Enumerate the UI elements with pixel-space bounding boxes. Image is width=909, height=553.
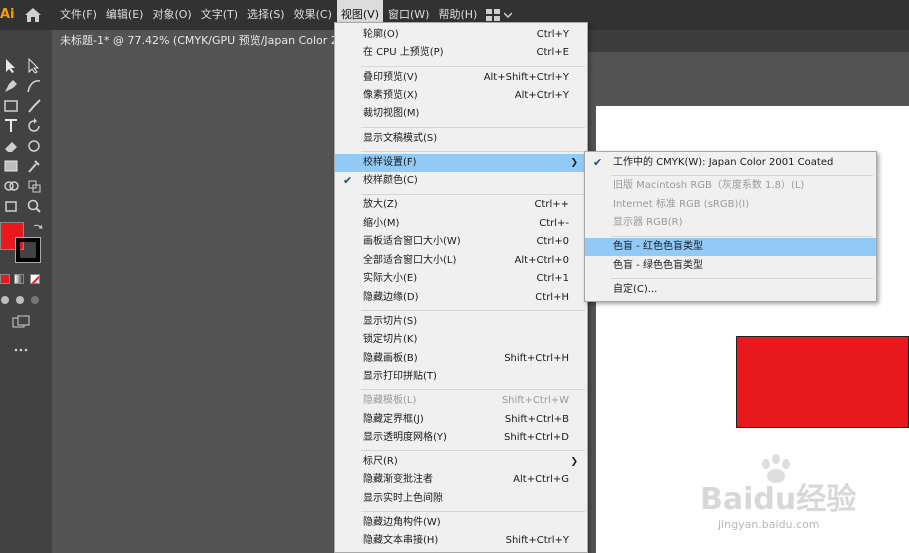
- app-logo: Ai: [0, 7, 15, 22]
- menu-item-zoom-in[interactable]: 放大(Z) Ctrl++: [335, 196, 587, 214]
- eyedropper-tool-icon[interactable]: [26, 158, 42, 174]
- draw-mode-icon[interactable]: [0, 294, 44, 306]
- gradient-tool-icon[interactable]: [3, 158, 19, 174]
- rectangle-tool-icon[interactable]: [3, 98, 19, 114]
- menu-item-hide-artboards[interactable]: 隐藏画板(B) Shift+Ctrl+H: [335, 350, 587, 368]
- menu-separator: [361, 450, 585, 451]
- menu-item-hide-bounding-box[interactable]: 隐藏定界框(J) Shift+Ctrl+B: [335, 411, 587, 429]
- menu-item-trim-view[interactable]: 裁切视图(M): [335, 105, 587, 123]
- chevron-down-icon: [504, 12, 512, 18]
- menu-select[interactable]: 选择(S): [243, 0, 289, 30]
- direct-selection-tool-icon[interactable]: [26, 58, 42, 74]
- menu-item-proof-setup[interactable]: 校样设置(F) ❯: [335, 154, 587, 172]
- symbol-sprayer-tool-icon[interactable]: [26, 178, 42, 194]
- menu-separator: [611, 175, 873, 176]
- menu-item-text-threads[interactable]: 隐藏文本串接(H) Shift+Ctrl+Y: [335, 532, 587, 550]
- menu-separator: [361, 389, 585, 390]
- menu-item-lock-slices[interactable]: 锁定切片(K): [335, 331, 587, 349]
- menu-item-gradient-annotator[interactable]: 隐藏渐变批注者 Alt+Ctrl+G: [335, 471, 587, 489]
- red-rectangle-object[interactable]: [736, 336, 909, 428]
- rotate-tool-icon[interactable]: [26, 118, 42, 134]
- curvature-tool-icon[interactable]: [26, 78, 42, 94]
- menu-item-show-slices[interactable]: 显示切片(S): [335, 313, 587, 331]
- menu-item-transparency-grid[interactable]: 显示透明度网格(Y) Shift+Ctrl+D: [335, 429, 587, 447]
- watermark-brand: Baidu经验: [700, 482, 857, 517]
- menu-item-hide-template: 隐藏模板(L) Shift+Ctrl+W: [363, 395, 569, 406]
- view-menu-dropdown: 轮廓(O) Ctrl+Y 在 CPU 上预览(P) Ctrl+E 叠印预览(V) Al…: [334, 22, 588, 553]
- artboard-tool-icon[interactable]: [3, 198, 19, 214]
- screen-mode-icon[interactable]: [12, 315, 30, 329]
- shape-builder-tool-icon[interactable]: [3, 178, 19, 194]
- menu-item-zoom-out[interactable]: 缩小(M) Ctrl+-: [335, 215, 587, 233]
- menu-separator: [361, 151, 585, 152]
- document-tab[interactable]: 未标题-1* @ 77.42% (CMYK/GPU 预览/Japan Color…: [52, 30, 334, 52]
- checkmark-icon: ✔: [593, 156, 603, 169]
- menu-item-corner-widget[interactable]: 隐藏边角构件(W): [335, 514, 587, 532]
- menu-item-hide-edges[interactable]: 隐藏边缘(D) Ctrl+H: [335, 289, 587, 307]
- menu-item-rulers[interactable]: 标尺(R) ❯: [335, 453, 587, 471]
- submenu-item-deuteranopia[interactable]: 色盲 - 绿色色盲类型: [585, 257, 876, 275]
- menu-item-live-paint-gaps[interactable]: 显示实时上色间隙: [335, 490, 587, 508]
- menu-item-cpu-preview[interactable]: 在 CPU 上预览(P) Ctrl+E: [335, 44, 587, 62]
- menu-separator: [361, 511, 585, 512]
- home-icon[interactable]: [24, 7, 42, 23]
- menu-item-outline[interactable]: 轮廓(O) Ctrl+Y: [335, 26, 587, 44]
- type-tool-icon[interactable]: [3, 118, 19, 134]
- proof-setup-submenu: ✔ 工作中的 CMYK(W): Japan Color 2001 Coated 旧…: [584, 151, 877, 302]
- gradient-mode-button[interactable]: [14, 274, 24, 284]
- warp-tool-icon[interactable]: [26, 138, 42, 154]
- submenu-item-protanopia[interactable]: 色盲 - 红色色盲类型: [585, 238, 876, 256]
- submenu-item-customize[interactable]: 自定(C)...: [585, 281, 876, 299]
- menu-separator: [361, 127, 585, 128]
- workspace-switcher[interactable]: [486, 8, 520, 22]
- chevron-right-icon: ❯: [570, 457, 578, 467]
- menu-file[interactable]: 文件(F): [56, 0, 101, 30]
- menu-separator: [611, 236, 873, 237]
- zoom-tool-icon[interactable]: [26, 198, 42, 214]
- menu-item-pixel-preview[interactable]: 像素预览(X) Alt+Ctrl+Y: [335, 87, 587, 105]
- color-mode-button[interactable]: [0, 274, 10, 284]
- pen-tool-icon[interactable]: [3, 78, 19, 94]
- menu-edit[interactable]: 编辑(E): [102, 0, 148, 30]
- menu-item-print-tiling[interactable]: 显示打印拼贴(T): [335, 368, 587, 386]
- checkmark-icon: ✔: [343, 174, 353, 187]
- stroke-color-swatch[interactable]: [15, 237, 41, 263]
- menu-item-proof-colors[interactable]: ✔ 校样颜色(C): [335, 172, 587, 190]
- chevron-right-icon: ❯: [570, 158, 578, 168]
- menu-separator: [361, 194, 585, 195]
- menu-object[interactable]: 对象(O): [148, 0, 195, 30]
- menu-effect[interactable]: 效果(C): [290, 0, 336, 30]
- submenu-item-monitor-rgb: 显示器 RGB(R): [613, 217, 683, 228]
- menu-item-fit-all[interactable]: 全部适合窗口大小(L) Alt+Ctrl+0: [335, 252, 587, 270]
- submenu-item-srgb: Internet 标准 RGB (sRGB)(I): [613, 199, 750, 210]
- menu-item-actual-size[interactable]: 实际大小(E) Ctrl+1: [335, 270, 587, 288]
- tools-panel: [0, 30, 52, 553]
- watermark: Baidu经验 jingyan.baidu.com: [700, 452, 880, 540]
- eraser-tool-icon[interactable]: [3, 138, 19, 154]
- more-tools-icon[interactable]: [14, 348, 28, 352]
- watermark-url: jingyan.baidu.com: [718, 518, 820, 531]
- selection-tool-icon[interactable]: [3, 58, 19, 74]
- swap-colors-icon[interactable]: [32, 222, 44, 234]
- menu-item-overprint-preview[interactable]: 叠印预览(V) Alt+Shift+Ctrl+Y: [335, 69, 587, 87]
- submenu-item-working-cmyk[interactable]: ✔ 工作中的 CMYK(W): Japan Color 2001 Coated: [585, 154, 876, 172]
- submenu-item-legacy-mac-rgb: 旧版 Macintosh RGB（灰度系数 1.8）(L): [613, 180, 805, 191]
- menu-separator: [361, 310, 585, 311]
- menu-separator: [611, 278, 873, 279]
- none-mode-button[interactable]: [30, 274, 40, 284]
- menu-type[interactable]: 文字(T): [197, 0, 242, 30]
- paintbrush-tool-icon[interactable]: [26, 98, 42, 114]
- menu-item-fit-artboard[interactable]: 画板适合窗口大小(W) Ctrl+0: [335, 233, 587, 251]
- menu-item-presentation-mode[interactable]: 显示文稿模式(S): [335, 130, 587, 148]
- menu-separator: [361, 66, 585, 67]
- grid-layout-icon: [486, 9, 500, 21]
